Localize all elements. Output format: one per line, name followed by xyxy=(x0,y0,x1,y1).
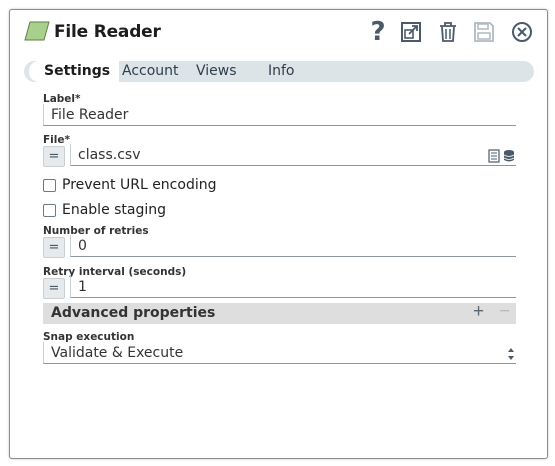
database-icon[interactable] xyxy=(503,149,515,163)
file-browser-icon[interactable] xyxy=(488,149,500,163)
checkbox-label: Enable staging xyxy=(62,202,167,218)
advanced-properties-section: Advanced properties + − xyxy=(43,301,516,324)
select-arrows-icon[interactable] xyxy=(507,347,515,361)
tab-views[interactable]: Views xyxy=(196,61,237,82)
checkbox-label: Prevent URL encoding xyxy=(62,177,217,193)
trash-icon[interactable] xyxy=(435,18,461,46)
snap-execution-select[interactable]: Validate & Execute xyxy=(43,342,516,364)
save-icon[interactable] xyxy=(471,18,497,46)
checkbox-box[interactable] xyxy=(43,203,56,217)
label-input[interactable]: File Reader xyxy=(43,104,516,126)
snap-icon xyxy=(24,21,50,41)
retry-interval-input[interactable]: 1 xyxy=(70,276,516,298)
tab-info[interactable]: Info xyxy=(268,61,295,82)
dialog-header: File Reader ? xyxy=(10,10,547,56)
remove-property-button[interactable]: − xyxy=(499,301,510,323)
tab-account[interactable]: Account xyxy=(122,61,179,82)
snap-settings-dialog: File Reader ? Settings Account Views Inf… xyxy=(9,9,548,459)
help-icon[interactable]: ? xyxy=(365,17,391,47)
tab-bar: Settings Account Views Info xyxy=(24,61,534,82)
file-expression-toggle[interactable]: = xyxy=(43,146,65,167)
retries-expression-toggle[interactable]: = xyxy=(43,237,65,258)
dialog-title: File Reader xyxy=(54,22,161,42)
export-icon[interactable] xyxy=(398,18,424,46)
enable-staging-checkbox[interactable]: Enable staging xyxy=(43,202,166,218)
retry-interval-expression-toggle[interactable]: = xyxy=(43,278,65,299)
prevent-url-encoding-checkbox[interactable]: Prevent URL encoding xyxy=(43,177,216,193)
file-field-label: File* xyxy=(43,134,70,146)
advanced-properties-title: Advanced properties xyxy=(51,305,216,321)
tab-settings[interactable]: Settings xyxy=(29,61,119,82)
file-input[interactable]: class.csv xyxy=(70,144,516,166)
checkbox-box[interactable] xyxy=(43,178,56,192)
close-icon[interactable] xyxy=(509,18,535,46)
number-of-retries-input[interactable]: 0 xyxy=(70,235,516,257)
add-property-button[interactable]: + xyxy=(473,301,484,323)
